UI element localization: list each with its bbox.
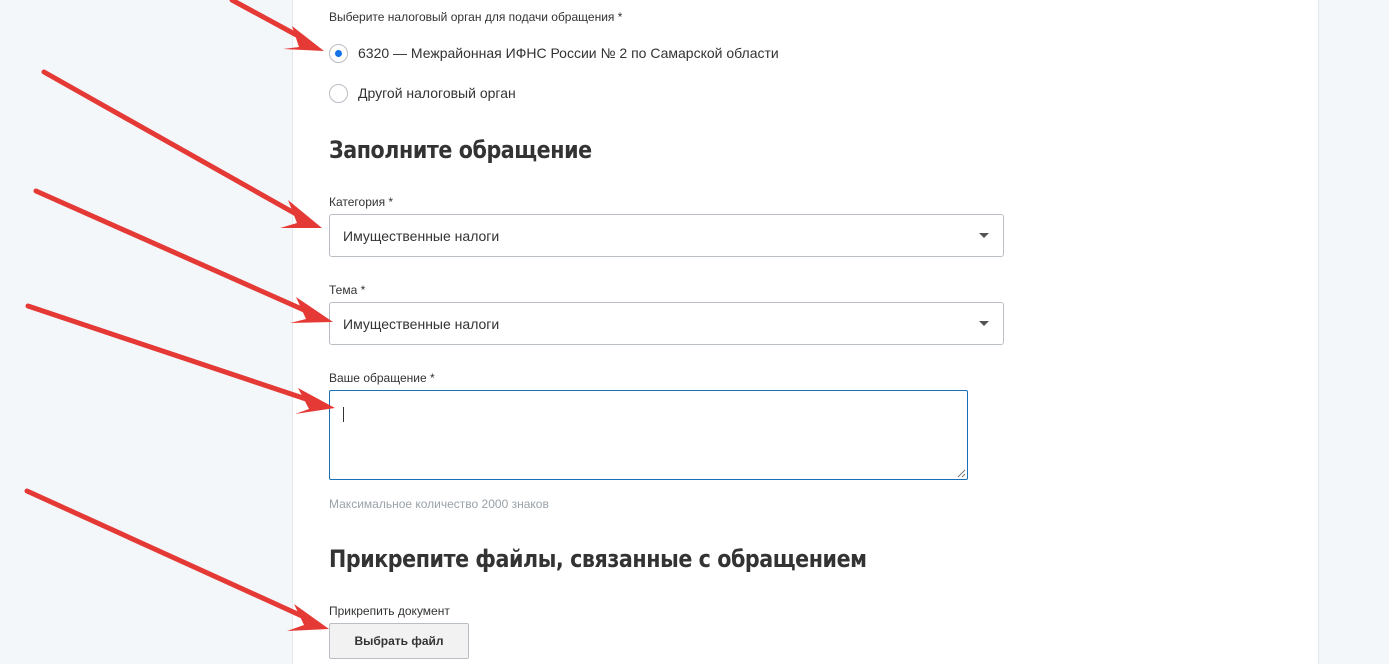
section-heading-fill: Заполните обращение (329, 136, 592, 164)
choose-file-button[interactable]: Выбрать файл (329, 623, 469, 659)
resize-grip-icon[interactable] (956, 468, 966, 478)
arrow-icon (41, 69, 299, 217)
section-heading-attach: Прикрепите файлы, связанные с обращением (329, 545, 867, 573)
text-cursor (343, 407, 344, 422)
arrow-icon (25, 303, 309, 402)
chevron-down-icon (979, 233, 989, 238)
topic-value: Имущественные налоги (343, 315, 500, 332)
message-hint: Максимальное количество 2000 знаков (329, 497, 549, 511)
radio-checked-icon[interactable] (329, 43, 348, 63)
tax-office-label: Выберите налоговый орган для подачи обра… (329, 10, 623, 24)
topic-label: Тема * (329, 283, 366, 297)
category-select[interactable]: Имущественные налоги (329, 214, 1004, 257)
message-textarea[interactable] (329, 390, 968, 480)
arrow-icon (33, 188, 307, 313)
category-label: Категория * (329, 195, 394, 209)
attach-label: Прикрепить документ (329, 604, 450, 618)
radio-option-label: Другой налоговый орган (358, 85, 516, 101)
topic-select[interactable]: Имущественные налоги (329, 302, 1004, 345)
radio-option-other[interactable]: Другой налоговый орган (329, 82, 516, 104)
radio-option-label: 6320 — Межрайонная ИФНС России № 2 по Са… (358, 45, 779, 61)
message-label: Ваше обращение * (329, 371, 435, 385)
radio-unchecked-icon[interactable] (329, 83, 348, 103)
chevron-down-icon (979, 321, 989, 326)
category-value: Имущественные налоги (343, 227, 500, 244)
arrow-icon (24, 488, 305, 619)
radio-option-6320[interactable]: 6320 — Межрайонная ИФНС России № 2 по Са… (329, 42, 779, 64)
